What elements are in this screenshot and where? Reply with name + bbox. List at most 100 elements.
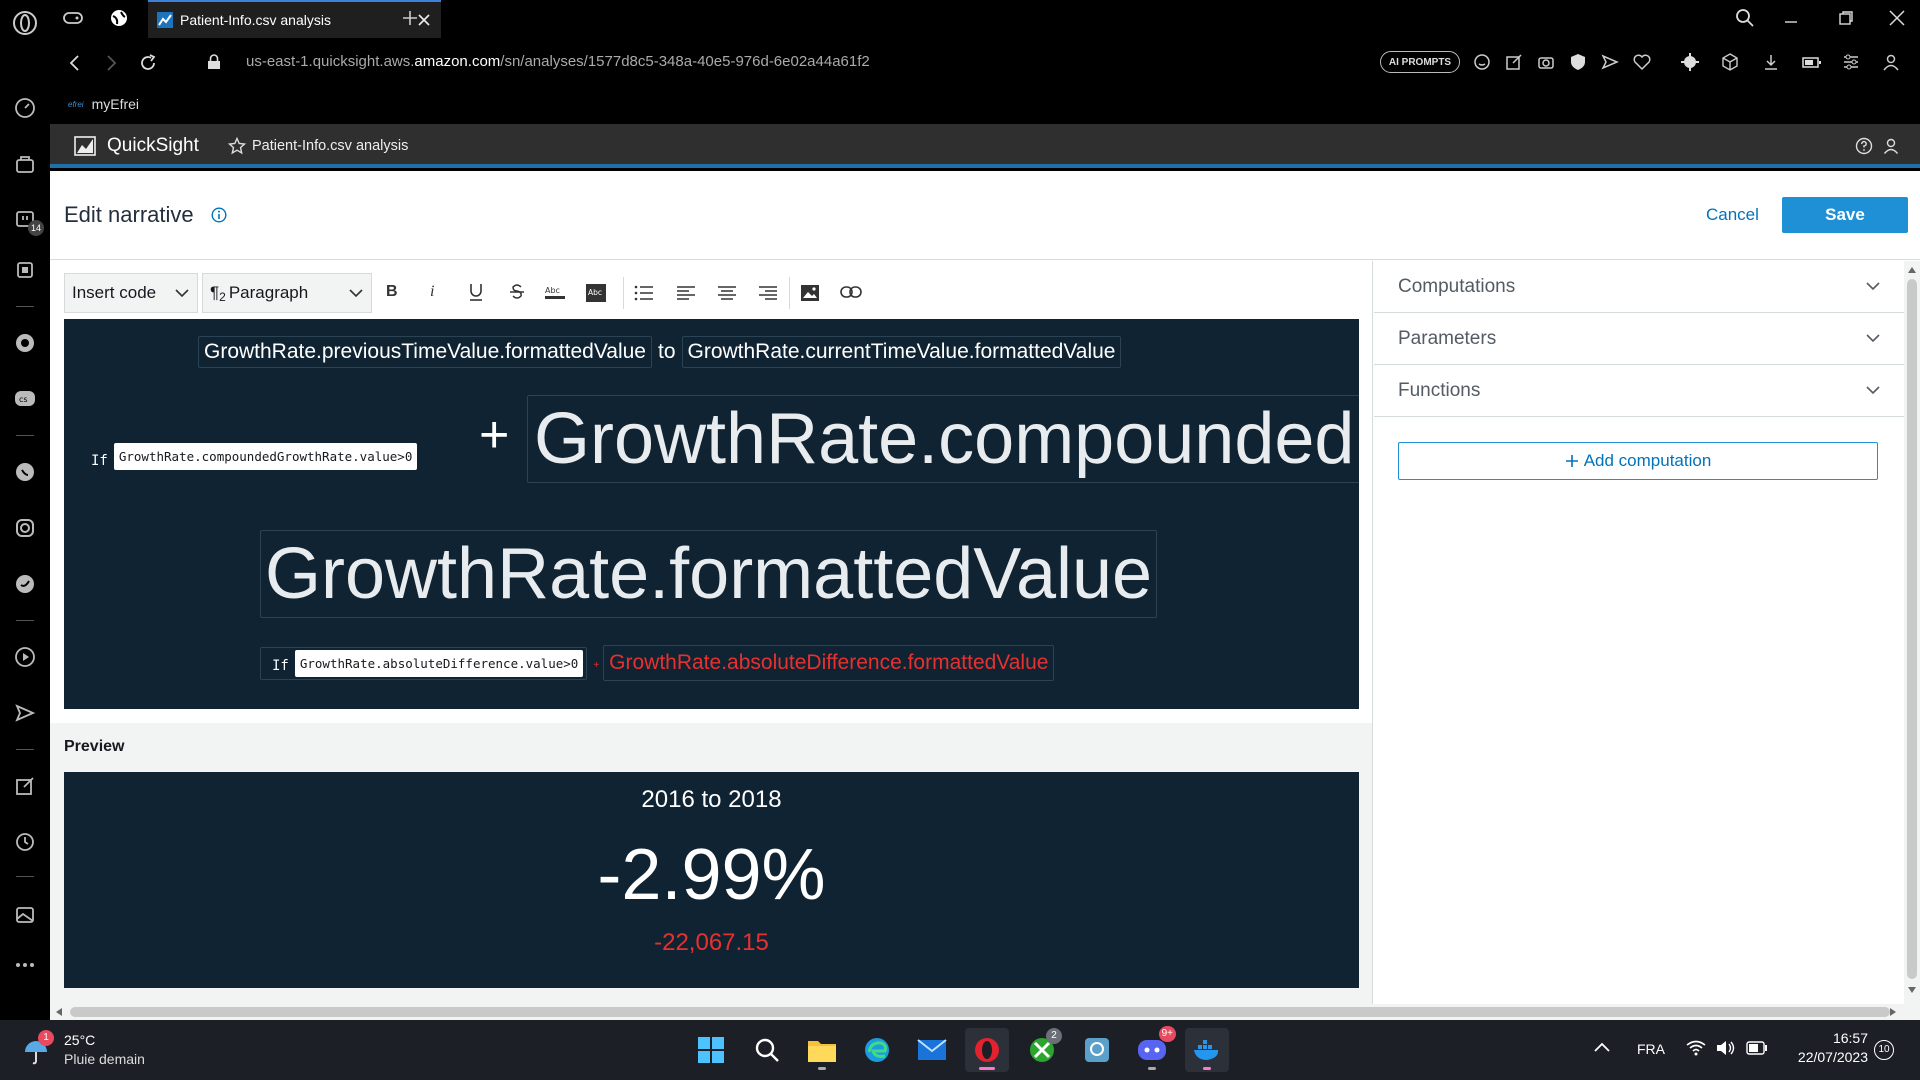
notification-count-badge[interactable]: 10 xyxy=(1874,1040,1894,1060)
font-color-icon[interactable]: Abc xyxy=(544,284,566,302)
scroll-right-icon[interactable] xyxy=(1890,1008,1896,1016)
insert-link-icon[interactable] xyxy=(840,285,862,299)
absolute-difference-expression[interactable]: GrowthRate.absoluteDifference.formattedV… xyxy=(603,645,1055,681)
pinboard-icon[interactable] xyxy=(0,766,50,806)
whatsapp-icon[interactable] xyxy=(0,452,50,492)
emoji-icon[interactable] xyxy=(1473,53,1491,71)
send-icon[interactable] xyxy=(0,693,50,733)
speed-dial-icon[interactable] xyxy=(0,88,50,128)
panel-section-functions[interactable]: Functions xyxy=(1374,365,1904,417)
underline-icon[interactable] xyxy=(468,282,484,302)
insert-image-icon[interactable] xyxy=(800,284,820,302)
chevron-up-icon[interactable] xyxy=(1594,1042,1610,1052)
shopping-icon[interactable] xyxy=(0,144,50,184)
edge-icon[interactable] xyxy=(855,1028,899,1072)
reload-icon[interactable] xyxy=(138,53,158,73)
new-tab-icon[interactable] xyxy=(402,10,418,26)
if-block-compounded[interactable]: If GrowthRate.compoundedGrowthRate.value… xyxy=(77,443,418,470)
cancel-button[interactable]: Cancel xyxy=(1706,205,1759,225)
user-icon[interactable] xyxy=(1882,137,1900,155)
twitter-icon[interactable] xyxy=(0,564,50,604)
weather-widget[interactable]: 1 25°C Pluie demain xyxy=(20,1028,170,1072)
cube-icon[interactable] xyxy=(1721,53,1739,71)
scrollbar-thumb[interactable] xyxy=(1907,279,1917,979)
download-icon[interactable] xyxy=(1762,53,1780,71)
clock[interactable]: 16:57 22/07/2023 xyxy=(1780,1030,1868,1065)
insert-code-dropdown[interactable]: Insert code xyxy=(64,273,198,313)
opera-logo-icon[interactable] xyxy=(0,0,50,46)
instagram-icon[interactable] xyxy=(0,508,50,548)
settings-chip-icon[interactable] xyxy=(0,250,50,290)
camera-icon[interactable] xyxy=(1537,53,1555,71)
if-condition-compounded[interactable]: GrowthRate.compoundedGrowthRate.value>0 xyxy=(113,443,418,470)
ai-prompts-button[interactable]: AI PROMPTS xyxy=(1380,51,1460,73)
close-tab-icon[interactable] xyxy=(417,13,431,27)
heart-icon[interactable] xyxy=(1633,53,1651,71)
start-button[interactable] xyxy=(689,1028,733,1072)
gamepad-icon[interactable] xyxy=(62,8,84,28)
if-condition-absolute[interactable]: GrowthRate.absoluteDifference.value>0 xyxy=(294,649,584,677)
more-icon[interactable] xyxy=(0,945,50,985)
taskbar-search-icon[interactable] xyxy=(745,1028,789,1072)
mail-icon[interactable] xyxy=(910,1028,954,1072)
language-indicator[interactable]: FRA xyxy=(1637,1041,1665,1057)
xbox-icon[interactable]: 2 xyxy=(1020,1028,1064,1072)
scrollbar-thumb[interactable] xyxy=(70,1007,1890,1017)
restore-icon[interactable] xyxy=(1838,10,1854,26)
strikethrough-icon[interactable] xyxy=(509,283,525,301)
chatgpt-icon[interactable] xyxy=(0,323,50,363)
formatted-value-expression[interactable]: GrowthRate.formattedValue xyxy=(260,530,1158,618)
back-icon[interactable] xyxy=(66,54,84,72)
bold-icon[interactable]: B xyxy=(386,283,398,301)
paragraph-style-dropdown[interactable]: ¶ 2 Paragraph xyxy=(202,273,372,313)
bulleted-list-icon[interactable] xyxy=(634,285,654,301)
scroll-up-icon[interactable] xyxy=(1908,267,1916,273)
quicksight-brand[interactable]: QuickSight xyxy=(107,135,199,157)
quicksight-logo-icon[interactable] xyxy=(74,136,96,156)
opera-taskbar-icon[interactable] xyxy=(965,1028,1009,1072)
extension-icon[interactable] xyxy=(1680,52,1700,72)
discord-icon[interactable]: 9+ xyxy=(1130,1026,1176,1072)
if-block-absolute[interactable]: If GrowthRate.absoluteDifference.value>0 xyxy=(260,646,588,680)
battery-saver-icon[interactable] xyxy=(1801,53,1823,71)
horizontal-scrollbar[interactable] xyxy=(50,1004,1920,1020)
save-button[interactable]: Save xyxy=(1782,197,1908,233)
vertical-scrollbar[interactable] xyxy=(1904,261,1920,1004)
url-field[interactable]: us-east-1.quicksight.aws.amazon.com/sn/a… xyxy=(246,53,870,70)
docker-icon[interactable] xyxy=(1185,1028,1229,1072)
history-icon[interactable] xyxy=(0,822,50,862)
scroll-down-icon[interactable] xyxy=(1908,987,1916,993)
player-icon[interactable] xyxy=(0,637,50,677)
panel-section-parameters[interactable]: Parameters xyxy=(1374,313,1904,365)
close-window-icon[interactable] xyxy=(1888,9,1906,27)
globe-icon[interactable] xyxy=(109,8,129,28)
shield-icon[interactable] xyxy=(1569,53,1587,71)
previous-time-value-expression[interactable]: GrowthRate.previousTimeValue.formattedVa… xyxy=(198,336,652,368)
align-center-icon[interactable] xyxy=(717,285,737,301)
edit-icon[interactable] xyxy=(1505,53,1523,71)
help-icon[interactable] xyxy=(1855,137,1873,155)
bookmark-myefrei[interactable]: efrei myEfrei xyxy=(68,96,139,112)
battery-icon[interactable] xyxy=(1746,1041,1768,1055)
highlight-color-icon[interactable]: Abc xyxy=(585,283,607,303)
volume-icon[interactable] xyxy=(1716,1040,1736,1056)
info-icon[interactable] xyxy=(211,207,227,223)
scroll-left-icon[interactable] xyxy=(56,1008,62,1016)
tab-active[interactable]: Patient-Info.csv analysis xyxy=(148,0,441,38)
gallery-icon[interactable] xyxy=(0,895,50,935)
align-left-icon[interactable] xyxy=(676,285,696,301)
italic-icon[interactable]: i xyxy=(430,283,434,301)
wifi-icon[interactable] xyxy=(1686,1040,1706,1056)
file-explorer-icon[interactable] xyxy=(800,1028,844,1072)
search-tabs-icon[interactable] xyxy=(1735,8,1755,28)
profile-icon[interactable] xyxy=(1882,53,1900,71)
twitch-icon[interactable]: 14 xyxy=(0,200,50,240)
narrative-content[interactable]: GrowthRate.previousTimeValue.formattedVa… xyxy=(64,319,1359,709)
current-time-value-expression[interactable]: GrowthRate.currentTimeValue.formattedVal… xyxy=(681,336,1122,368)
share-icon[interactable] xyxy=(1601,53,1619,71)
minimize-icon[interactable] xyxy=(1783,10,1799,26)
photos-icon[interactable] xyxy=(1075,1028,1119,1072)
compounded-growth-expression[interactable]: GrowthRate.compounded xyxy=(527,395,1359,483)
add-computation-button[interactable]: Add computation xyxy=(1398,442,1878,480)
align-right-icon[interactable] xyxy=(758,285,778,301)
